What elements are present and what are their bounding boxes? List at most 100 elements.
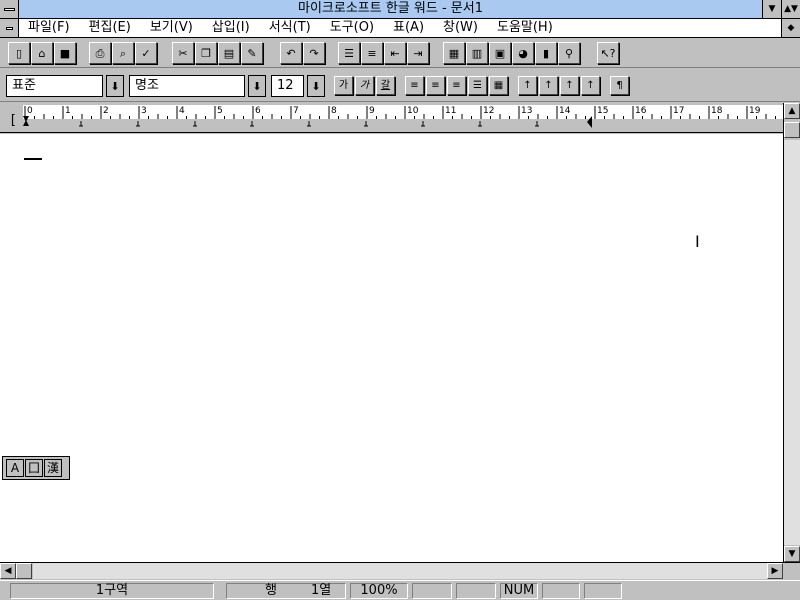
horizontal-scroll-thumb[interactable] — [16, 563, 32, 579]
word-window: 마이크로소프트 한글 워드 - 문서1 ▼ ▲▼ 파일(F) 편집(E) 보기(… — [0, 0, 800, 600]
redo-button[interactable]: ↷ — [303, 42, 325, 64]
scissors-icon: ✂ — [178, 46, 188, 60]
open-button[interactable]: ⌂ — [31, 42, 53, 64]
left-tab-button[interactable]: ↑ — [518, 76, 537, 95]
insert-chart-button[interactable]: ▮ — [535, 42, 557, 64]
columns-icon: ▥ — [471, 46, 483, 60]
ime-english-button[interactable]: A — [6, 459, 24, 477]
italic-button[interactable]: 가 — [355, 76, 374, 95]
undo-button[interactable]: ↶ — [280, 42, 302, 64]
system-menu-button[interactable] — [0, 0, 19, 18]
menu-window[interactable]: 창(W) — [443, 19, 487, 37]
ruler-label: 10 — [407, 106, 419, 116]
menu-help[interactable]: 도움말(H) — [497, 19, 562, 37]
document-restore-button[interactable]: ◆ — [781, 19, 800, 37]
ibeam-cursor-icon: I — [695, 232, 700, 251]
ruler-label: 2 — [103, 106, 109, 116]
size-select[interactable]: 12 — [271, 75, 304, 97]
paintbrush-icon: ✎ — [247, 46, 257, 60]
document-system-menu-button[interactable] — [0, 19, 19, 37]
justify-button[interactable]: ☰ — [468, 76, 487, 95]
ruler-label: 14 — [559, 106, 571, 116]
style-dropdown-button[interactable]: ⬇ — [106, 75, 124, 97]
menu-file[interactable]: 파일(F) — [28, 19, 79, 37]
menu-edit[interactable]: 편집(E) — [89, 19, 140, 37]
menu-insert[interactable]: 삽입(I) — [212, 19, 259, 37]
title-bar[interactable]: 마이크로소프트 한글 워드 - 문서1 ▼ ▲▼ — [0, 0, 800, 19]
decimal-tab-button[interactable]: ↑ — [581, 76, 600, 95]
horizontal-scrollbar[interactable]: ◀ ▶ — [0, 562, 800, 579]
font-dropdown-button[interactable]: ⬇ — [248, 75, 266, 97]
ruler-label: 0 — [27, 106, 33, 116]
size-dropdown-button[interactable]: ⬇ — [307, 75, 325, 97]
print-button[interactable]: ⎙ — [89, 42, 111, 64]
ruler-scale: [ 0 1 2 3 4 5 6 7 8 9 10 11 12 13 14 15 16 17 18 19 — [9, 105, 783, 128]
distribute-button[interactable]: ▦ — [489, 76, 508, 95]
scroll-up-button[interactable]: ▲ — [784, 103, 800, 119]
show-marks-button[interactable]: ¶ — [610, 76, 629, 95]
arrow-down-icon: ▼ — [788, 549, 796, 559]
insert-frame-button[interactable]: ▣ — [489, 42, 511, 64]
minimize-button[interactable]: ▼ — [762, 0, 781, 18]
align-right-button[interactable]: ≡ — [447, 76, 466, 95]
maximize-button[interactable]: ▲▼ — [781, 0, 800, 18]
vertical-scroll-track[interactable] — [784, 140, 800, 545]
cut-button[interactable]: ✂ — [172, 42, 194, 64]
vertical-scrollbar[interactable]: ▲ ▼ — [783, 103, 800, 562]
ime-hanja-button[interactable]: 漢 — [44, 459, 62, 477]
vertical-scroll-thumb[interactable] — [784, 122, 800, 138]
columns-button[interactable]: ▥ — [466, 42, 488, 64]
ruler-label: 5 — [217, 106, 223, 116]
horizontal-scroll-track[interactable] — [33, 563, 767, 579]
ruler-bracket-icon: [ — [9, 113, 17, 128]
menu-view[interactable]: 보기(V) — [150, 19, 202, 37]
new-document-button[interactable]: ▯ — [8, 42, 30, 64]
ruler-label: 15 — [597, 106, 608, 116]
menu-tools[interactable]: 도구(O) — [330, 19, 383, 37]
font-select[interactable]: 명조 — [129, 75, 245, 97]
align-left-button[interactable]: ≡ — [405, 76, 424, 95]
bullet-list-button[interactable]: ☰ — [338, 42, 360, 64]
menu-table[interactable]: 표(A) — [393, 19, 433, 37]
paste-button[interactable]: ▤ — [218, 42, 240, 64]
format-painter-button[interactable]: ✎ — [241, 42, 263, 64]
document-area[interactable]: I A 囗 漢 — [0, 134, 783, 562]
spelling-button[interactable]: ✓ — [135, 42, 157, 64]
decimal-tab-icon: ↑ — [586, 79, 595, 91]
menu-format[interactable]: 서식(T) — [269, 19, 320, 37]
drawing-button[interactable]: ◕ — [512, 42, 534, 64]
increase-indent-button[interactable]: ⇥ — [407, 42, 429, 64]
ruler[interactable]: [ 0 1 2 3 4 5 6 7 8 9 10 11 12 13 14 15 16 17 18 19 — [0, 103, 783, 133]
left-indent-marker[interactable] — [23, 120, 29, 126]
zoom-button[interactable]: ⚲ — [558, 42, 580, 64]
arrow-down-icon: ⬇ — [311, 79, 321, 93]
underline-button[interactable]: 갈 — [376, 76, 395, 95]
distribute-icon: ▦ — [493, 79, 504, 91]
save-button[interactable]: ■ — [54, 42, 76, 64]
scroll-left-button[interactable]: ◀ — [0, 563, 16, 579]
left-tab-icon: ↑ — [523, 79, 532, 91]
decrease-indent-button[interactable]: ⇤ — [384, 42, 406, 64]
numbered-list-button[interactable]: ≡ — [361, 42, 383, 64]
copy-button[interactable]: ❐ — [195, 42, 217, 64]
bold-button[interactable]: 가 — [334, 76, 353, 95]
align-center-button[interactable]: ≡ — [426, 76, 445, 95]
numbered-list-icon: ≡ — [367, 46, 377, 60]
center-tab-button[interactable]: ↑ — [539, 76, 558, 95]
table-icon: ▦ — [448, 46, 460, 60]
arrow-down-icon: ⬇ — [110, 79, 120, 93]
ime-width-button[interactable]: 囗 — [25, 459, 43, 477]
insert-table-button[interactable]: ▦ — [443, 42, 465, 64]
scroll-down-button[interactable]: ▼ — [784, 546, 800, 562]
printer-icon: ⎙ — [95, 46, 105, 60]
indent-icon: ⇥ — [413, 46, 423, 60]
center-tab-icon: ↑ — [544, 79, 553, 91]
folder-open-icon: ⌂ — [38, 46, 46, 60]
minimize-icon: ▼ — [768, 4, 776, 14]
print-preview-button[interactable]: ⌕ — [112, 42, 134, 64]
help-button[interactable]: ↖? — [597, 42, 619, 64]
style-select[interactable]: 표준 — [6, 75, 103, 97]
scroll-right-button[interactable]: ▶ — [767, 563, 783, 579]
status-ext — [542, 583, 580, 599]
right-tab-button[interactable]: ↑ — [560, 76, 579, 95]
